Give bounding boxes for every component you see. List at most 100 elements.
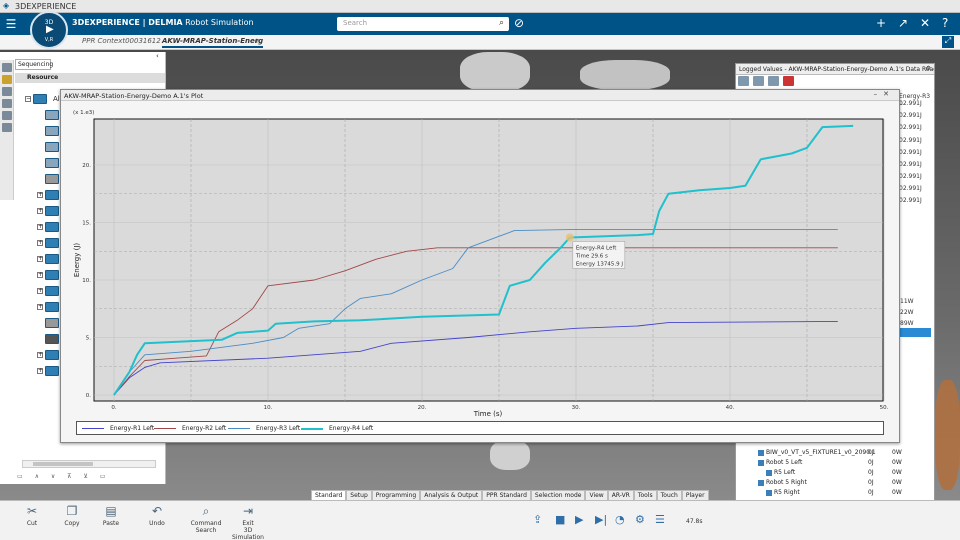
panel-collapse-icon[interactable]: ‹ [156,52,159,60]
step-forward-icon[interactable]: ▶| [595,513,607,526]
tab-ar-vr[interactable]: AR-VR [607,490,634,500]
tab-sequencing[interactable]: Sequencing [15,59,53,70]
tree-node-icon[interactable] [45,350,59,360]
tab-standard[interactable]: Standard [311,490,347,500]
tree-node-icon[interactable] [45,334,59,344]
play-icon[interactable]: ▶ [46,24,54,35]
tree-expander[interactable]: + [37,352,43,358]
command-search-button[interactable]: ⌕ Command Search [190,504,222,534]
exit-simulation-button[interactable]: ⇥ Exit 3D Simulation [228,504,268,540]
selected-row[interactable] [899,328,931,337]
tab-setup[interactable]: Setup [346,490,372,500]
search-input[interactable]: Search ⌕ [337,17,509,31]
scroll-thumb[interactable] [33,462,93,466]
legend-item[interactable]: Energy-R4 Left [301,425,373,432]
share-icon[interactable]: ↗ [898,16,908,30]
tools-icon[interactable]: ✕ [920,16,930,30]
tab-view[interactable]: View [585,490,608,500]
undo-button[interactable]: ↶ Undo [144,504,170,527]
search-icon[interactable]: ⌕ [499,18,504,28]
tab-programming[interactable]: Programming [371,490,421,500]
tree-tool-icon[interactable] [2,99,12,108]
tree-node-icon[interactable] [45,222,59,232]
energy-chart[interactable]: (x 1.e3) 0. 10. 20. 30. 40. 50.0.5.10.15.20. … [61,102,899,420]
export-icon[interactable] [738,76,749,86]
tree-expander[interactable]: + [37,368,43,374]
tab-touch[interactable]: Touch [656,490,682,500]
tree-nav-buttons[interactable]: ▭ ∧ ∨ ⊼ ⊻ ▭ [17,473,110,480]
window-controls[interactable]: –✕ [874,90,895,98]
data-reader-row[interactable]: Robot 5 Left [758,459,802,466]
tree-tool-icon[interactable] [2,87,12,96]
tag-icon[interactable]: ⊘ [514,16,524,30]
tree-expander[interactable]: − [25,96,31,102]
tree-tool-icon[interactable] [2,75,12,84]
tree-expander[interactable]: + [37,304,43,310]
tree-node-icon[interactable] [45,142,59,152]
tree-node-icon[interactable] [45,174,59,184]
tab-tools[interactable]: Tools [633,490,657,500]
tree-expander[interactable]: + [37,240,43,246]
tree-expander[interactable]: + [37,224,43,230]
data-reader-row[interactable]: R5 Left [766,469,795,476]
add-icon[interactable]: + [876,16,886,30]
tree-tool-icon[interactable] [2,111,12,120]
list-icon[interactable]: ☰ [655,513,665,526]
data-reader-row[interactable]: R5 Right [766,489,800,496]
tree-node-icon[interactable] [45,302,59,312]
cut-button[interactable]: ✂ Cut [20,504,44,527]
tree-node-icon[interactable] [45,206,59,216]
resource-header[interactable]: Resource [15,73,165,83]
tree-node-icon[interactable] [45,238,59,248]
expand-icon[interactable]: ⤢ [942,36,954,48]
plot-icon[interactable] [768,76,779,86]
legend-item[interactable]: Energy-R3 Left [228,425,300,432]
tree-node-icon[interactable] [45,270,59,280]
speed-icon[interactable]: ◔ [615,513,625,526]
tree-tool-icon[interactable] [2,63,12,72]
tree-expander[interactable]: + [37,192,43,198]
tree-node-icon[interactable] [45,286,59,296]
plot-window[interactable]: AKW-MRAP-Station-Energy-Demo A.1's Plot … [60,89,900,443]
legend-item[interactable]: Energy-R1 Left [82,425,154,432]
compass-widget[interactable]: 3D ▶ V,R [30,11,68,49]
tree-horizontal-scrollbar[interactable] [22,460,156,468]
tree-expander[interactable]: + [37,288,43,294]
export-icon[interactable]: ⇪ [533,513,542,526]
data-reader-settings-icon[interactable]: ⚙ [926,65,931,72]
data-reader-row[interactable]: BIW_v0_VT_v5_FIXTURE1_v0_2090.1 [758,449,876,456]
add-tab-button[interactable]: + [254,37,260,45]
help-icon[interactable]: ? [942,16,948,30]
tab-ppr-standard[interactable]: PPR Standard [482,490,531,500]
copy-button[interactable]: ❐ Copy [59,504,85,527]
tab-selection-mode[interactable]: Selection mode [530,490,586,500]
tree-expander[interactable]: + [37,208,43,214]
paste-button[interactable]: ▤ Paste [98,504,124,527]
tab-ppr-context[interactable]: PPR Context00031612 [82,37,161,45]
tree-node-icon[interactable] [45,126,59,136]
stop-icon[interactable]: ■ [555,513,565,526]
tree-expander[interactable]: + [37,272,43,278]
tree-tool-icon[interactable] [2,123,12,132]
tab-analysis-output[interactable]: Analysis & Output [420,490,483,500]
plot-area[interactable] [93,118,884,402]
tab-player[interactable]: Player [681,490,709,500]
tree-node-icon[interactable] [33,94,47,104]
tree-node-icon[interactable] [45,366,59,376]
plot-titlebar[interactable]: AKW-MRAP-Station-Energy-Demo A.1's Plot … [61,90,899,101]
power-cell: 0W [892,489,902,496]
table-icon[interactable] [753,76,764,86]
settings-icon[interactable]: ⚙ [635,513,645,526]
tree-node-icon[interactable] [45,190,59,200]
delete-icon[interactable] [783,76,794,86]
tree-node-icon[interactable] [45,254,59,264]
legend-item[interactable]: Energy-R2 Left [154,425,226,432]
tab-station[interactable]: AKW-MRAP-Station-Energ [162,37,264,48]
data-reader-row[interactable]: Robot 5 Right [758,479,807,486]
tree-node-icon[interactable] [45,110,59,120]
play-icon[interactable]: ▶ [575,513,583,526]
tree-expander[interactable]: + [37,256,43,262]
tree-node-icon[interactable] [45,318,59,328]
tree-node-icon[interactable] [45,158,59,168]
ds-brand-icon[interactable]: ☰ [0,13,22,35]
